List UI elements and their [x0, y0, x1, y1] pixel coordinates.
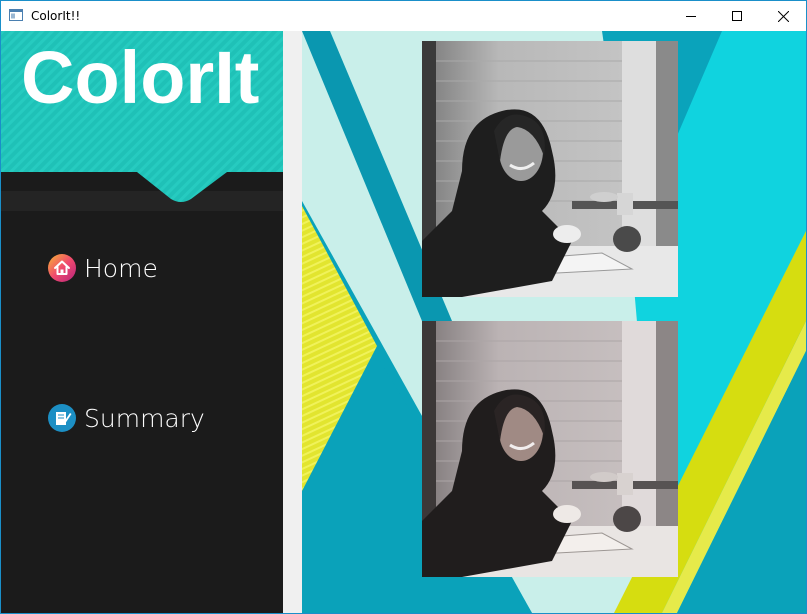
minimize-icon	[686, 16, 696, 17]
sidebar-item-home[interactable]: Home	[47, 251, 158, 285]
sidebar-item-summary[interactable]: Summary	[47, 401, 205, 435]
window-title: ColorIt!!	[31, 9, 81, 23]
app-window-icon	[9, 9, 23, 21]
sidebar: ColorIt Home Summary	[1, 31, 283, 613]
minimize-button[interactable]	[668, 1, 714, 31]
main-content	[302, 31, 806, 613]
close-button[interactable]	[760, 1, 806, 31]
sidebar-item-label: Home	[84, 253, 158, 283]
title-bar[interactable]: ColorIt!!	[1, 1, 806, 31]
app-window: ColorIt!! ColorIt Home Summary	[0, 0, 807, 614]
home-icon	[48, 254, 76, 282]
input-photo	[422, 41, 678, 297]
sidebar-item-label: Summary	[84, 403, 205, 433]
app-logo: ColorIt	[21, 36, 260, 119]
maximize-icon	[732, 11, 742, 21]
summary-icon	[48, 404, 76, 432]
panel-divider	[283, 31, 302, 613]
close-icon	[777, 10, 789, 22]
colorized-photo	[422, 321, 678, 577]
maximize-button[interactable]	[714, 1, 760, 31]
